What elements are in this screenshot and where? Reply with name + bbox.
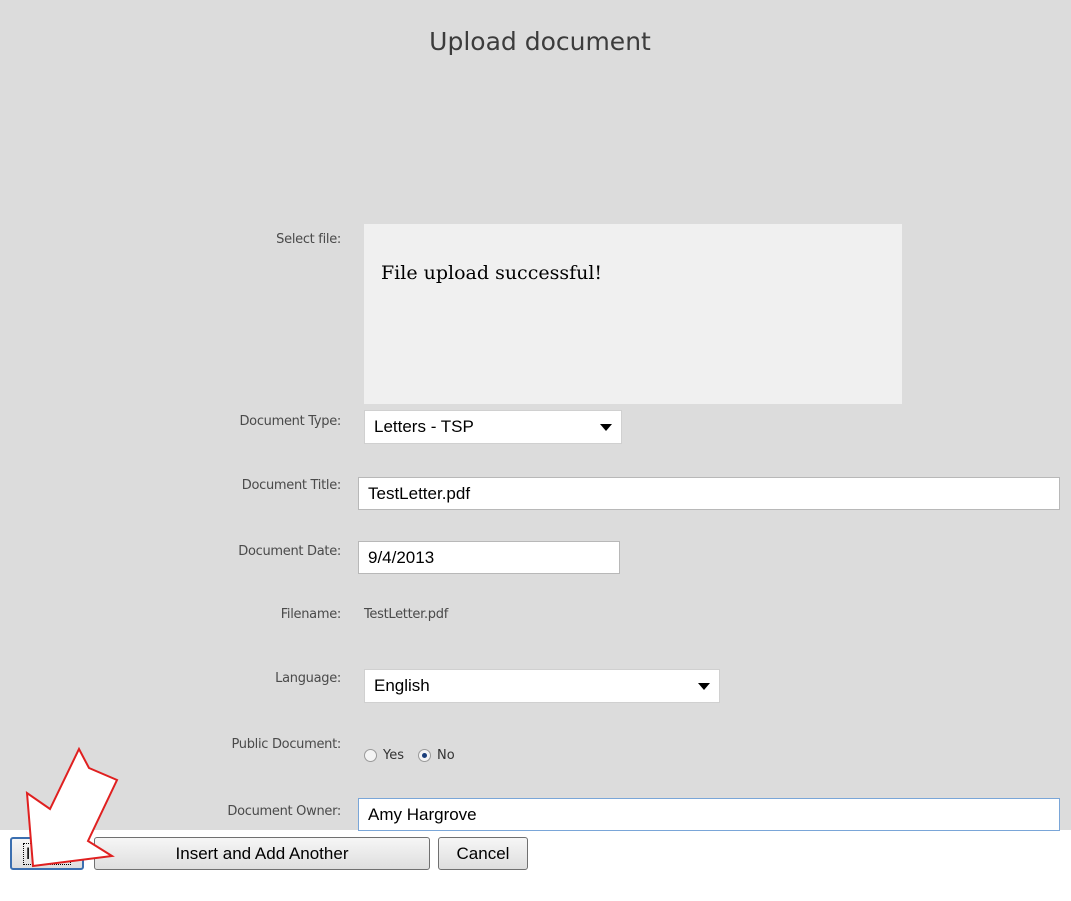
public-yes-label: Yes xyxy=(383,748,404,763)
file-upload-area[interactable]: File upload successful! xyxy=(364,224,902,404)
page-title: Upload document xyxy=(429,27,651,56)
document-owner-value: Amy Hargrove xyxy=(368,804,477,824)
public-no-label: No xyxy=(437,748,455,763)
document-type-value: Letters - TSP xyxy=(374,417,474,436)
document-owner-input[interactable]: Amy Hargrove xyxy=(358,798,1060,831)
document-date-label: Document Date: xyxy=(238,544,341,559)
select-file-label: Select file: xyxy=(276,232,341,247)
chevron-down-icon xyxy=(698,682,710,690)
insert-button[interactable]: Insert xyxy=(10,837,84,870)
upload-form-panel: Upload document Select file: File upload… xyxy=(0,0,1071,831)
language-value: English xyxy=(374,676,430,695)
public-document-radio-group: Yes No xyxy=(364,748,463,763)
filename-value: TestLetter.pdf xyxy=(364,607,448,622)
public-document-label: Public Document: xyxy=(231,737,341,752)
public-yes-radio[interactable] xyxy=(364,749,377,762)
document-date-input[interactable]: 9/4/2013 xyxy=(358,541,620,574)
public-no-radio[interactable] xyxy=(418,749,431,762)
insert-button-label: Insert xyxy=(22,842,72,865)
document-title-value: TestLetter.pdf xyxy=(368,483,471,503)
document-date-value: 9/4/2013 xyxy=(368,547,435,567)
document-title-input[interactable]: TestLetter.pdf xyxy=(358,477,1060,510)
document-owner-label: Document Owner: xyxy=(227,804,341,819)
upload-status-message: File upload successful! xyxy=(381,262,603,284)
chevron-down-icon xyxy=(600,423,612,431)
language-label: Language: xyxy=(275,671,341,686)
filename-label: Filename: xyxy=(280,607,342,622)
document-type-label: Document Type: xyxy=(239,414,341,429)
language-select[interactable]: English xyxy=(364,669,720,703)
document-type-select[interactable]: Letters - TSP xyxy=(364,410,622,444)
document-title-label: Document Title: xyxy=(241,478,342,493)
cancel-button[interactable]: Cancel xyxy=(438,837,528,870)
insert-and-add-another-button[interactable]: Insert and Add Another xyxy=(94,837,430,870)
